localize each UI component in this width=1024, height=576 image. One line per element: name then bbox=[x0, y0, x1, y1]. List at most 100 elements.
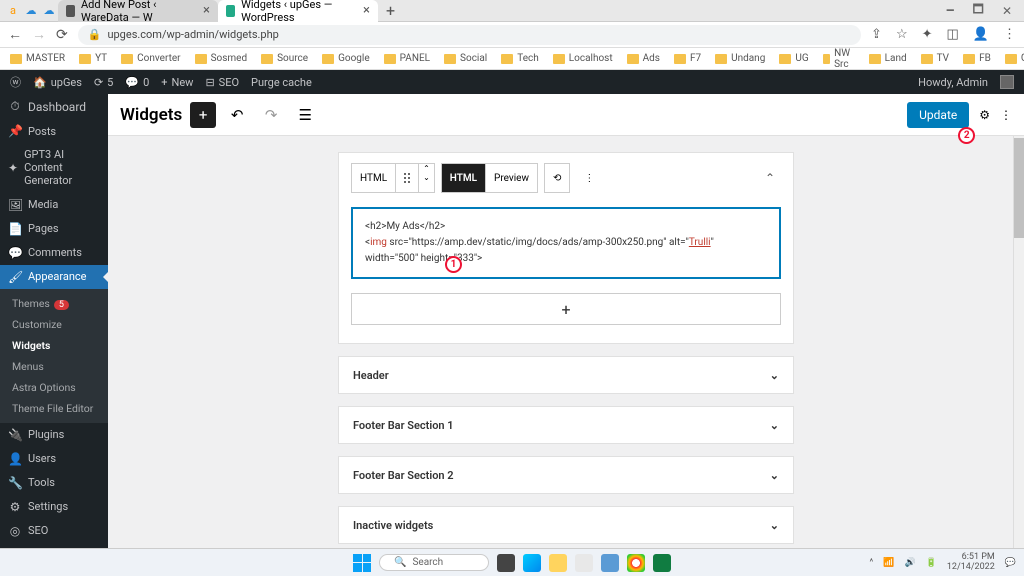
bookmark-item[interactable]: MASTER bbox=[10, 53, 65, 64]
sidebar-item-settings[interactable]: ⚙Settings bbox=[0, 495, 108, 519]
taskbar-excel[interactable] bbox=[653, 554, 671, 572]
submenu-astra[interactable]: Astra Options bbox=[0, 377, 108, 398]
bookmark-item[interactable]: F7 bbox=[674, 53, 701, 64]
html-code-editor[interactable]: <h2>My Ads</h2> <img src="https://amp.de… bbox=[351, 207, 781, 279]
bookmark-item[interactable]: YT bbox=[79, 53, 107, 64]
submenu-menus[interactable]: Menus bbox=[0, 356, 108, 377]
add-block-button[interactable]: + bbox=[190, 102, 216, 128]
bookmark-item[interactable]: Localhost bbox=[553, 53, 613, 64]
preview-mode-button[interactable]: Preview bbox=[486, 164, 537, 192]
bookmark-item[interactable]: Converter bbox=[121, 53, 180, 64]
maximize-icon[interactable]: 🗖 bbox=[973, 0, 984, 21]
bookmark-item[interactable]: Land bbox=[869, 53, 907, 64]
notifications-icon[interactable]: 💬 bbox=[1005, 558, 1016, 568]
undo-button[interactable]: ↶ bbox=[224, 102, 250, 128]
scrollbar[interactable] bbox=[1013, 136, 1024, 556]
section-inactive[interactable]: Inactive widgets⌄ bbox=[338, 506, 794, 544]
wp-logo[interactable]: ⓦ bbox=[10, 74, 21, 90]
drag-handle[interactable] bbox=[396, 164, 419, 192]
taskbar-edge[interactable] bbox=[523, 554, 541, 572]
bookmark-item[interactable]: Source bbox=[261, 53, 308, 64]
bookmark-item[interactable]: FB bbox=[963, 53, 991, 64]
site-name[interactable]: 🏠 upGes bbox=[33, 76, 82, 89]
battery-icon[interactable]: 🔋 bbox=[926, 558, 937, 568]
chevron-up-icon[interactable]: ⌃ bbox=[759, 171, 781, 185]
submenu-theme-editor[interactable]: Theme File Editor bbox=[0, 398, 108, 419]
bookmark-item[interactable]: PANEL bbox=[384, 53, 430, 64]
chevron-down-icon: ⌄ bbox=[770, 469, 779, 482]
taskbar-app[interactable] bbox=[601, 554, 619, 572]
browser-tab-active[interactable]: Widgets ‹ upGes — WordPress × bbox=[218, 0, 378, 22]
start-button[interactable] bbox=[353, 554, 371, 572]
bookmark-item[interactable]: Tech bbox=[501, 53, 539, 64]
close-icon[interactable]: × bbox=[363, 3, 370, 18]
list-view-button[interactable]: ☰ bbox=[292, 102, 318, 128]
taskbar-app[interactable] bbox=[575, 554, 593, 572]
seo-menu[interactable]: ⊟ SEO bbox=[205, 76, 239, 89]
sidebar-item-tools[interactable]: 🔧Tools bbox=[0, 471, 108, 495]
taskbar-explorer[interactable] bbox=[549, 554, 567, 572]
taskbar-search[interactable]: 🔍 Search bbox=[379, 554, 489, 571]
avatar[interactable] bbox=[1000, 75, 1014, 89]
address-bar[interactable]: 🔒 upges.com/wp-admin/widgets.php bbox=[78, 25, 861, 45]
star-icon[interactable]: ☆ bbox=[896, 27, 908, 42]
section-header[interactable]: Header⌄ bbox=[338, 356, 794, 394]
sidebar-item-pages[interactable]: 📄Pages bbox=[0, 217, 108, 241]
sidebar-item-comments[interactable]: 💬Comments bbox=[0, 241, 108, 265]
bookmark-item[interactable]: Sosmed bbox=[195, 53, 248, 64]
menu-icon[interactable]: ⋮ bbox=[1003, 27, 1016, 42]
update-button[interactable]: Update 2 bbox=[907, 102, 969, 128]
add-block-inline[interactable]: + bbox=[351, 293, 781, 325]
minimize-icon[interactable]: 🗕 bbox=[946, 0, 955, 21]
extension-icon[interactable]: ✦ bbox=[922, 27, 933, 42]
sidebar-item-media[interactable]: 🖼Media bbox=[0, 193, 108, 217]
gear-icon[interactable]: ⚙ bbox=[979, 108, 990, 122]
submenu-themes[interactable]: Themes5 bbox=[0, 293, 108, 314]
share-icon[interactable]: ⇪ bbox=[871, 27, 882, 42]
sidebar-item-gpt3[interactable]: ✦GPT3 AI Content Generator bbox=[0, 143, 108, 193]
new-content[interactable]: + New bbox=[161, 76, 193, 89]
move-arrows[interactable]: ⌃⌄ bbox=[419, 164, 434, 192]
volume-icon[interactable]: 🔊 bbox=[904, 558, 915, 568]
wifi-icon[interactable]: 📶 bbox=[883, 558, 894, 568]
section-footer2[interactable]: Footer Bar Section 2⌄ bbox=[338, 456, 794, 494]
updates-count[interactable]: ⟳ 5 bbox=[94, 76, 113, 89]
bookmark-item[interactable]: TV bbox=[921, 53, 949, 64]
comments-count[interactable]: 💬 0 bbox=[125, 76, 149, 89]
purge-cache[interactable]: Purge cache bbox=[251, 76, 312, 89]
window-icon[interactable]: ◫ bbox=[947, 27, 959, 42]
bookmark-item[interactable]: Undang bbox=[715, 53, 765, 64]
howdy-user[interactable]: Howdy, Admin bbox=[918, 76, 988, 89]
profile-icon[interactable]: 👤 bbox=[973, 27, 989, 42]
back-icon[interactable]: ← bbox=[8, 26, 22, 43]
reload-icon[interactable]: ⟳ bbox=[56, 27, 68, 43]
taskbar-chrome[interactable] bbox=[627, 554, 645, 572]
sidebar-item-users[interactable]: 👤Users bbox=[0, 447, 108, 471]
more-icon[interactable]: ⋮ bbox=[1000, 108, 1012, 122]
sidebar-item-plugins[interactable]: 🔌Plugins bbox=[0, 423, 108, 447]
close-icon[interactable]: ✕ bbox=[1002, 4, 1012, 18]
taskbar-clock[interactable]: 6:51 PM 12/14/2022 bbox=[947, 553, 995, 573]
taskbar-app[interactable] bbox=[497, 554, 515, 572]
html-mode-button[interactable]: HTML bbox=[442, 164, 486, 192]
bookmark-item[interactable]: UG bbox=[779, 53, 808, 64]
bookmark-item[interactable]: Ads bbox=[627, 53, 660, 64]
convert-icon[interactable]: ⟲ bbox=[545, 164, 569, 192]
browser-tab[interactable]: Add New Post ‹ WareData — W × bbox=[58, 0, 218, 22]
new-tab-button[interactable]: + bbox=[378, 1, 403, 20]
bookmark-item[interactable]: NW Src bbox=[823, 48, 855, 70]
bookmark-item[interactable]: Social bbox=[444, 53, 487, 64]
sidebar-item-dashboard[interactable]: ⏱Dashboard bbox=[0, 94, 108, 119]
close-icon[interactable]: × bbox=[203, 3, 210, 18]
sidebar-item-seo[interactable]: ◎SEO bbox=[0, 519, 108, 543]
block-more-icon[interactable]: ⋮ bbox=[576, 163, 602, 193]
sidebar-item-posts[interactable]: 📌Posts bbox=[0, 119, 108, 143]
block-type-label[interactable]: HTML bbox=[352, 164, 396, 192]
bookmark-item[interactable]: Gov bbox=[1005, 53, 1024, 64]
tray-chevron-icon[interactable]: ^ bbox=[869, 558, 873, 568]
submenu-widgets[interactable]: Widgets bbox=[0, 335, 108, 356]
section-footer1[interactable]: Footer Bar Section 1⌄ bbox=[338, 406, 794, 444]
bookmark-item[interactable]: Google bbox=[322, 53, 370, 64]
sidebar-item-appearance[interactable]: 🖌Appearance bbox=[0, 265, 108, 289]
submenu-customize[interactable]: Customize bbox=[0, 314, 108, 335]
